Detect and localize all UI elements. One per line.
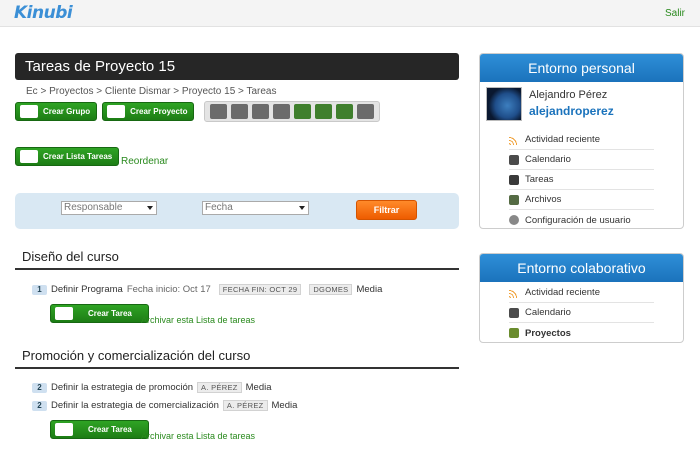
- task-name[interactable]: Definir la estrategia de promoción: [51, 382, 193, 393]
- personal-panel-title: Entorno personal: [480, 54, 683, 82]
- user-box: Alejandro Pérez alejandroperez: [480, 82, 683, 127]
- crear-tarea-label: Crear Tarea: [88, 425, 132, 434]
- crear-proyecto-button[interactable]: Crear Proyecto: [102, 102, 195, 121]
- crear-grupo-button[interactable]: Crear Grupo: [15, 102, 98, 121]
- calendar-icon[interactable]: [231, 104, 249, 119]
- task-assignee: A. PÉREZ: [222, 400, 268, 411]
- kinubi-logo[interactable]: Kinubi: [14, 3, 73, 23]
- add-project-icon: [107, 105, 126, 118]
- crear-tarea-button[interactable]: Crear Tarea: [50, 304, 149, 323]
- calculator-icon[interactable]: [210, 104, 228, 119]
- archivar-lista-link[interactable]: Archivar esta Lista de tareas: [141, 431, 255, 441]
- document-icon[interactable]: [273, 104, 291, 119]
- tasks-icon[interactable]: [294, 104, 312, 119]
- add-group-icon: [20, 105, 38, 118]
- list-title: Promoción y comercialización del curso: [15, 348, 459, 369]
- menu-label: Archivos: [525, 194, 562, 205]
- task-name[interactable]: Definir Programa: [51, 284, 123, 295]
- crear-tarea-button[interactable]: Crear Tarea: [50, 420, 149, 439]
- task-priority: Media: [271, 400, 298, 411]
- archivar-lista-link[interactable]: Archivar esta Lista de tareas: [141, 315, 255, 325]
- top-bar: Kinubi Salir: [0, 0, 700, 27]
- task-priority: Media: [356, 284, 383, 295]
- menu-item-calendario[interactable]: Calendario: [509, 150, 654, 170]
- task-number: 2: [32, 400, 47, 411]
- filtrar-button[interactable]: Filtrar: [356, 200, 417, 220]
- chevron-down-icon: [147, 206, 153, 210]
- calendar-icon: [509, 307, 519, 318]
- task-row[interactable]: 2 Definir la estrategia de promoción A. …: [32, 382, 272, 393]
- breadcrumb[interactable]: Ec > Proyectos > Cliente Dismar > Proyec…: [15, 86, 459, 97]
- colaborativo-panel: Entorno colaborativo Actividad reciente …: [479, 253, 684, 343]
- responsable-select[interactable]: Responsable: [61, 201, 157, 215]
- task-assignee: A. PÉREZ: [197, 382, 242, 393]
- task-number: 1: [32, 284, 47, 295]
- user-handle-link[interactable]: alejandroperez: [529, 104, 614, 118]
- colaborativo-panel-title: Entorno colaborativo: [480, 254, 683, 282]
- menu-item-actividad[interactable]: Actividad reciente: [509, 283, 654, 303]
- menu-label: Actividad reciente: [525, 134, 600, 145]
- rss-icon: [509, 287, 519, 298]
- section-icons: [204, 101, 381, 122]
- folder-icon[interactable]: [315, 104, 333, 119]
- task-start-date: Fecha inicio: Oct 17: [126, 284, 211, 295]
- task-name[interactable]: Definir la estrategia de comercializació…: [51, 400, 219, 411]
- main-content: Tareas de Proyecto 15 Ec > Proyectos > C…: [15, 53, 459, 441]
- task-number: 2: [32, 382, 47, 393]
- toolbar: Crear Grupo Crear Proyecto: [15, 101, 381, 122]
- task-row[interactable]: 2 Definir la estrategia de comercializac…: [32, 400, 297, 411]
- menu-label: Calendario: [525, 307, 571, 318]
- menu-label: Tareas: [525, 174, 554, 185]
- add-task-icon: [55, 423, 73, 436]
- filter-bar: Responsable Fecha Filtrar: [15, 193, 459, 229]
- calendar-icon: [509, 154, 519, 165]
- chevron-down-icon: [299, 206, 305, 210]
- menu-label: Actividad reciente: [525, 287, 600, 298]
- page-title: Tareas de Proyecto 15: [15, 53, 459, 80]
- responsable-value: Responsable: [64, 202, 123, 213]
- projects-icon: [509, 328, 519, 338]
- task-priority: Media: [245, 382, 272, 393]
- chat-icon[interactable]: [252, 104, 270, 119]
- files-icon: [509, 194, 519, 205]
- tasks-icon: [509, 174, 519, 185]
- task-row[interactable]: 1 Definir Programa Fecha inicio: Oct 17 …: [32, 284, 382, 295]
- crear-grupo-label: Crear Grupo: [43, 107, 91, 116]
- add-list-icon: [20, 150, 38, 163]
- crear-tarea-label: Crear Tarea: [88, 309, 132, 318]
- task-assignee: DGOMES: [309, 284, 353, 295]
- menu-item-tareas[interactable]: Tareas: [509, 170, 654, 190]
- menu-label: Calendario: [525, 154, 571, 165]
- settings-icon[interactable]: [357, 104, 375, 119]
- crear-proyecto-label: Crear Proyecto: [130, 107, 188, 116]
- personal-panel: Entorno personal Alejandro Pérez alejand…: [479, 53, 684, 229]
- personal-menu: Actividad reciente Calendario Tareas Arc…: [509, 130, 654, 230]
- settings-icon: [509, 215, 519, 225]
- task-end-date: FECHA FIN: OCT 29: [218, 284, 302, 295]
- add-task-icon: [55, 307, 73, 320]
- fecha-value: Fecha: [205, 202, 233, 213]
- user-name: Alejandro Pérez: [529, 89, 608, 101]
- fecha-select[interactable]: Fecha: [202, 201, 309, 215]
- avatar[interactable]: [486, 87, 522, 121]
- list-title: Diseño del curso: [15, 249, 459, 270]
- crear-lista-label: Crear Lista Tareas: [43, 152, 113, 161]
- menu-label: Proyectos: [525, 327, 571, 339]
- colaborativo-menu: Actividad reciente Calendario Proyectos: [509, 283, 654, 343]
- menu-item-actividad[interactable]: Actividad reciente: [509, 130, 654, 150]
- logout-link[interactable]: Salir: [665, 8, 685, 19]
- users-icon[interactable]: [336, 104, 354, 119]
- menu-item-calendario[interactable]: Calendario: [509, 303, 654, 323]
- crear-lista-tareas-button[interactable]: Crear Lista Tareas: [15, 147, 120, 166]
- menu-item-configuracion[interactable]: Configuración de usuario: [509, 210, 654, 230]
- menu-item-proyectos[interactable]: Proyectos: [509, 323, 654, 343]
- menu-item-archivos[interactable]: Archivos: [509, 190, 654, 210]
- rss-icon: [509, 134, 519, 145]
- menu-label: Configuración de usuario: [525, 214, 631, 226]
- reordenar-link[interactable]: Reordenar: [121, 156, 168, 167]
